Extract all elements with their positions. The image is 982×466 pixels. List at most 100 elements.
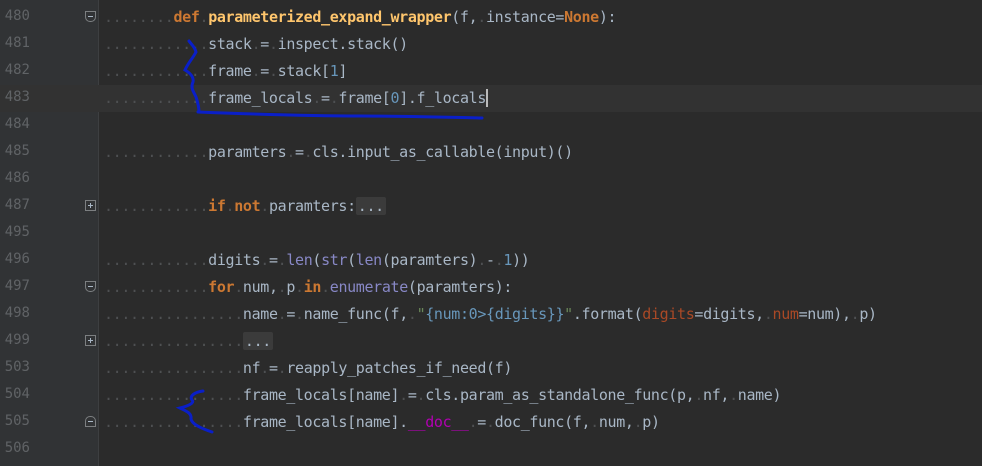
expand-fold-icon[interactable] [85,335,96,346]
code-token: " [564,305,573,323]
code-token: . [485,413,495,431]
code-token: None [564,8,599,26]
code-token: (f, [451,8,478,26]
indent-whitespace: ............ [104,197,209,215]
indent-whitespace: ........ [104,8,174,26]
code-token: . [312,89,322,107]
code-token: ): [598,8,617,26]
code-line[interactable]: 485 ............paramters.=.cls.input_as_… [0,139,982,166]
code-line[interactable]: 503 ................nf.=.reapply_patches_… [0,355,982,382]
indent-whitespace: ............ [104,89,209,107]
code-token: ].f_locals [399,89,488,107]
indent-whitespace: ................ [104,305,243,323]
code-line[interactable]: 482 ............frame.=.stack[1] [0,58,982,85]
code-token: if [208,197,226,215]
code-token: for [208,278,235,296]
indent-whitespace: ................ [104,359,243,377]
code-token: . [633,413,643,431]
code-token: nf [242,359,261,377]
code-token: doc_func(f, [494,413,591,431]
line-number: 486 [4,170,30,186]
code-token: = [268,251,278,269]
code-token: " [416,305,426,323]
code-line[interactable]: 497 ............for.num,.p.in.enumerate(p… [0,274,982,301]
code-token: = [477,413,486,431]
code-text: ................... [104,332,273,350]
code-token: nf, [703,386,730,404]
code-token: p) [859,305,877,323]
code-line[interactable]: 504 ................frame_locals[name].=.… [0,382,982,409]
code-token: . [225,197,235,215]
code-token: = [295,143,304,161]
line-number: 480 [4,8,30,24]
code-token: p) [642,413,660,431]
code-token: . [260,359,269,377]
code-line[interactable]: 486 [0,166,982,193]
code-text: ............paramters.=.cls.input_as_cal… [104,143,573,161]
code-token: . [477,251,487,269]
code-token: . [590,413,599,431]
code-text: ............frame_locals.=.frame[0].f_lo… [104,89,488,107]
code-token: =digits, [694,305,764,323]
code-token: . [416,386,426,404]
code-token: str [321,251,348,269]
code-token: num, [598,413,634,431]
code-line[interactable]: 496 ............digits.=.len(str(len(para… [0,247,982,274]
code-token: . [399,386,408,404]
code-token: num, [242,278,278,296]
code-token: - [486,251,495,269]
code-token: =num), [798,305,851,323]
code-token: name_func(f, [303,305,409,323]
code-token: (paramters) [381,251,478,269]
code-token: . [321,278,330,296]
code-token: )) [512,251,530,269]
code-token: paramters: [268,197,356,215]
code-line[interactable]: 483 ............frame_locals.=.frame[0].f… [0,85,982,112]
code-token: ( [347,251,356,269]
folded-code-placeholder[interactable]: ... [355,197,386,215]
code-token: (paramters): [407,278,513,296]
line-number: 496 [4,251,30,267]
code-line[interactable]: 506 [0,436,982,463]
collapse-fold-icon[interactable] [85,281,96,292]
code-token: .format( [572,305,643,323]
code-token: len [286,251,313,269]
code-text: ............digits.=.len(str(len(paramte… [104,251,530,269]
code-token: digits [208,251,261,269]
code-line[interactable]: 498 ................name.=.name_func(f,."… [0,301,982,328]
indent-whitespace: ............ [104,251,209,269]
code-token: . [199,8,209,26]
code-line[interactable]: 481 ............stack.=.inspect.stack() [0,31,982,58]
collapse-fold-icon[interactable] [85,11,96,22]
code-line[interactable]: 495 [0,220,982,247]
code-editor[interactable]: 480 ........def.parameterized_expand_wrap… [0,0,982,466]
code-line[interactable]: 487 ............if.not.paramters:... [0,193,982,220]
code-token: frame_locals [208,89,313,107]
expand-fold-icon[interactable] [85,200,96,211]
code-line[interactable]: 480 ........def.parameterized_expand_wrap… [0,4,982,31]
folded-code-placeholder[interactable]: ... [242,332,273,350]
code-token: 1 [503,251,513,269]
code-token: def [173,8,200,26]
code-line[interactable]: 505 ................frame_locals[name].__… [0,409,982,436]
code-token: reapply_patches_if_need(f) [286,359,513,377]
code-token: num [772,305,799,323]
code-token: . [268,35,278,53]
code-text: ................name.=.name_func(f,."{nu… [104,305,877,323]
code-token: 0 [390,89,400,107]
code-token: . [477,8,486,26]
indent-whitespace: ............ [104,62,209,80]
code-token: = [407,386,417,404]
code-token: {num:0>{digits}} [425,305,565,323]
code-line[interactable]: 499................... [0,328,982,355]
code-token: in [303,278,322,296]
code-token: . [407,305,417,323]
code-token: = [260,35,269,53]
code-token: frame_locals[name]. [242,413,408,431]
collapse-fold-icon[interactable] [85,416,96,427]
code-line[interactable]: 484 [0,112,982,139]
code-text: ............stack.=.inspect.stack() [104,35,408,53]
code-token: paramters [208,143,287,161]
code-token: ( [312,251,322,269]
line-number: 504 [4,386,30,402]
